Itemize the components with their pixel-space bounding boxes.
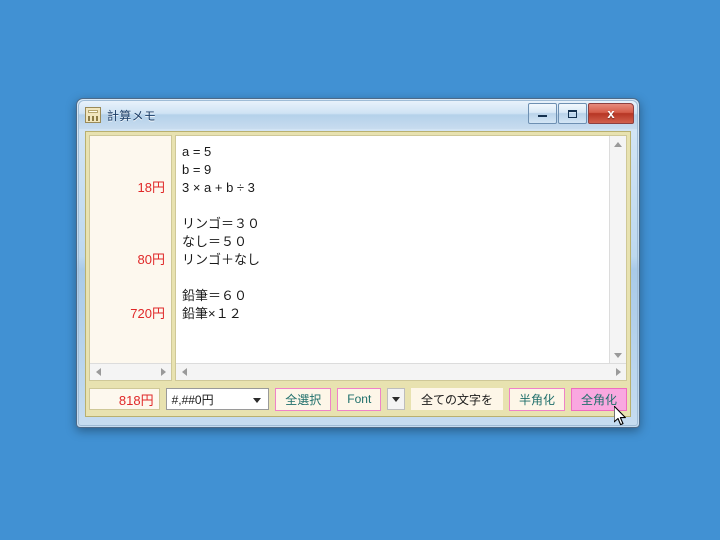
font-options-dropdown-button[interactable]	[387, 388, 405, 410]
minimize-button[interactable]	[528, 103, 557, 124]
result-value: 18円	[137, 180, 165, 195]
client-area: 18円 80円 720円 a = 5b = 93 × a + b ÷ 3 リンゴ…	[85, 131, 631, 417]
result-blank-line	[90, 287, 165, 305]
text-line[interactable]	[182, 197, 609, 215]
text-editor-pane[interactable]: a = 5b = 93 × a + b ÷ 3 リンゴ＝３０ なし＝５０ リンゴ＋な…	[175, 135, 627, 381]
font-button[interactable]: Font	[337, 387, 382, 411]
text-vertical-scrollbar[interactable]	[609, 136, 626, 363]
text-editor-body: a = 5b = 93 × a + b ÷ 3 リンゴ＝３０ なし＝５０ リンゴ＋な…	[176, 136, 626, 363]
chevron-down-icon	[392, 396, 401, 402]
text-line[interactable]: 3 × a + b ÷ 3	[182, 179, 609, 197]
number-format-value: #,##0円	[171, 392, 214, 407]
text-line[interactable]	[182, 269, 609, 287]
calculator-icon	[85, 107, 101, 123]
results-pane[interactable]: 18円 80円 720円	[89, 135, 172, 381]
number-format-combobox[interactable]: #,##0円	[165, 388, 270, 410]
text-line[interactable]: リンゴ＝３０	[182, 215, 609, 233]
results-list: 18円 80円 720円	[90, 136, 171, 363]
scroll-down-icon[interactable]	[610, 347, 626, 363]
result-blank-line	[90, 233, 165, 251]
text-line[interactable]: リンゴ＋なし	[182, 251, 609, 269]
scroll-right-icon[interactable]	[610, 364, 626, 380]
scroll-left-icon[interactable]	[176, 364, 192, 380]
result-blank-line	[90, 215, 165, 233]
chevron-down-icon	[253, 398, 262, 403]
minimize-icon	[529, 104, 556, 123]
text-line[interactable]: なし＝５０	[182, 233, 609, 251]
half-width-button[interactable]: 半角化	[508, 387, 565, 411]
scroll-right-icon[interactable]	[155, 364, 171, 380]
window-title: 計算メモ	[107, 108, 157, 123]
text-line[interactable]: 鉛筆×１２	[182, 305, 609, 323]
all-characters-label: 全ての文字を	[410, 388, 503, 410]
application-window: 計算メモ x 18円 80円 720円 a = 5 b = 9 3 × a + …	[76, 98, 640, 428]
full-width-button[interactable]: 全角化	[570, 387, 627, 411]
title-bar[interactable]: 計算メモ x	[79, 101, 637, 129]
window-controls: x	[528, 103, 634, 124]
scroll-left-icon[interactable]	[90, 364, 106, 380]
results-horizontal-scrollbar[interactable]	[90, 363, 171, 380]
total-amount-field: 818円	[89, 388, 160, 410]
text-editor-content[interactable]: a = 5b = 93 × a + b ÷ 3 リンゴ＝３０ なし＝５０ リンゴ＋な…	[176, 136, 609, 363]
maximize-icon	[559, 104, 586, 123]
editor-row: 18円 80円 720円 a = 5b = 93 × a + b ÷ 3 リンゴ…	[89, 135, 627, 381]
text-line[interactable]: 鉛筆＝６０	[182, 287, 609, 305]
select-all-button[interactable]: 全選択	[275, 387, 332, 411]
scroll-up-icon[interactable]	[610, 136, 626, 152]
text-line[interactable]: a = 5	[182, 143, 609, 161]
result-blank-line	[90, 197, 165, 215]
maximize-button[interactable]	[558, 103, 587, 124]
result-blank-line	[90, 143, 165, 161]
window-inner: 計算メモ x 18円 80円 720円 a = 5 b = 9 3 × a + …	[78, 100, 638, 426]
text-horizontal-scrollbar[interactable]	[176, 363, 626, 380]
result-blank-line	[90, 161, 165, 179]
close-button[interactable]: x	[588, 103, 634, 124]
close-icon: x	[607, 106, 615, 121]
result-value: 80円	[137, 252, 165, 267]
result-blank-line	[90, 269, 165, 287]
text-line[interactable]: b = 9	[182, 161, 609, 179]
bottom-toolbar: 818円 #,##0円 全選択 Font 全ての文字を 半角化 全角化	[89, 385, 627, 413]
result-value: 720円	[130, 306, 165, 321]
